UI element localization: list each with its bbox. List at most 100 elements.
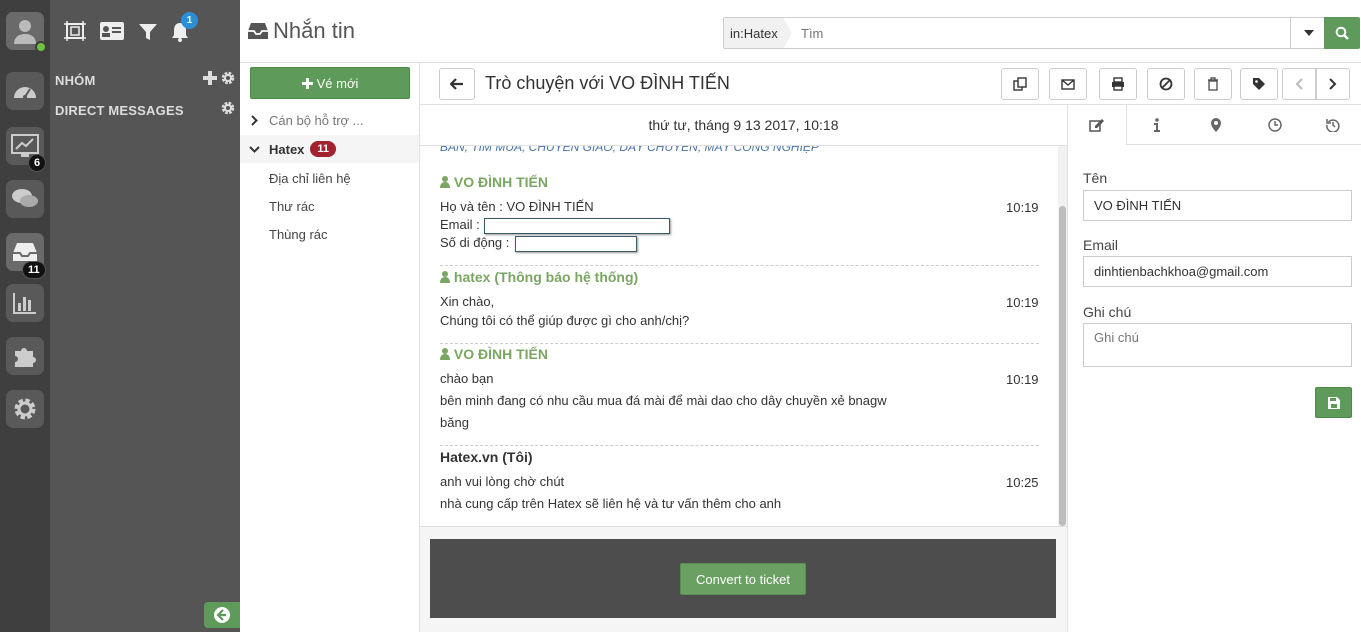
top-header: Nhắn tin in:Hatex bbox=[240, 0, 1361, 63]
tag-icon bbox=[1253, 78, 1265, 90]
plugins-button[interactable] bbox=[6, 337, 44, 375]
activity-button[interactable]: 6 bbox=[6, 127, 47, 172]
search-scope-tag[interactable]: in:Hatex bbox=[724, 18, 792, 48]
delete-button[interactable] bbox=[1194, 68, 1232, 100]
folder-hatex[interactable]: Hatex 11 bbox=[240, 135, 419, 163]
search-button[interactable] bbox=[1324, 17, 1360, 49]
contact-card-button[interactable] bbox=[99, 21, 125, 41]
search-input[interactable] bbox=[796, 18, 1286, 48]
folder-label: Địa chỉ liên hệ bbox=[269, 170, 351, 186]
tab-edit[interactable] bbox=[1068, 105, 1127, 145]
email-button[interactable] bbox=[1049, 68, 1087, 100]
inbox-button[interactable]: 11 bbox=[6, 233, 46, 279]
next-button[interactable] bbox=[1316, 68, 1350, 100]
ban-icon bbox=[1159, 77, 1173, 91]
note-field[interactable] bbox=[1083, 323, 1352, 367]
message-line: Xin chào, bbox=[440, 294, 495, 309]
convert-to-ticket-button[interactable]: Convert to ticket bbox=[680, 563, 806, 595]
envelope-icon bbox=[1061, 78, 1075, 90]
folder-trash[interactable]: Thùng rác bbox=[240, 220, 419, 248]
settings-button[interactable] bbox=[6, 390, 44, 428]
inbox-badge: 11 bbox=[22, 261, 46, 279]
dashboard-icon bbox=[14, 87, 36, 99]
block-button[interactable] bbox=[1147, 68, 1185, 100]
message-time: 10:25 bbox=[1006, 475, 1039, 490]
copy-button[interactable] bbox=[1001, 68, 1039, 100]
inbox-icon bbox=[13, 243, 37, 261]
message-scrollbar-thumb[interactable] bbox=[1059, 206, 1066, 526]
conversation-date: thứ tư, tháng 9 13 2017, 10:18 bbox=[420, 105, 1067, 146]
message-author-name: VO ĐÌNH TIẾN bbox=[453, 174, 549, 190]
history-icon bbox=[1326, 118, 1340, 132]
message-author-name: VO ĐÌNH TIẾN bbox=[453, 346, 549, 362]
layout-toggle-button[interactable] bbox=[63, 20, 87, 42]
tag-button[interactable] bbox=[1240, 68, 1278, 100]
user-icon bbox=[14, 20, 36, 44]
previous-button[interactable] bbox=[1282, 68, 1316, 100]
edit-icon bbox=[1089, 119, 1104, 132]
conversation-pane: Trò chuyện với VO ĐÌNH TIẾN thứ tư, thán… bbox=[420, 63, 1361, 632]
reports-button[interactable] bbox=[6, 284, 44, 322]
save-button[interactable] bbox=[1315, 387, 1352, 418]
tab-location[interactable] bbox=[1186, 105, 1245, 145]
new-ticket-button[interactable]: Vé mới bbox=[250, 67, 410, 99]
message-author: hatex (Thông báo hệ thống) bbox=[440, 269, 638, 285]
direct-messages-heading: DIRECT MESSAGES bbox=[55, 103, 184, 118]
trash-icon bbox=[1208, 77, 1218, 91]
dashboard-button[interactable] bbox=[6, 72, 44, 110]
print-button[interactable] bbox=[1099, 68, 1137, 100]
chevron-right-icon bbox=[251, 115, 258, 126]
notifications-button[interactable]: 1 bbox=[170, 12, 198, 43]
groups-settings-button[interactable] bbox=[221, 71, 235, 85]
message-line: chào bạn bbox=[440, 371, 494, 386]
chevron-right-icon bbox=[1329, 78, 1337, 90]
map-marker-icon bbox=[1210, 117, 1221, 132]
tab-time[interactable] bbox=[1245, 105, 1304, 145]
folder-label: Cán bộ hỗ trợ ... bbox=[269, 112, 364, 128]
search-options-dropdown[interactable] bbox=[1290, 18, 1326, 48]
tab-info[interactable] bbox=[1127, 105, 1186, 145]
email-redaction-box bbox=[484, 218, 670, 234]
message-scrollbar-track[interactable] bbox=[1058, 146, 1067, 526]
phone-redaction-box bbox=[515, 236, 637, 252]
new-ticket-label: Vé mới bbox=[316, 75, 359, 91]
contact-card-icon bbox=[100, 22, 124, 40]
info-icon bbox=[1153, 117, 1160, 132]
save-icon bbox=[1327, 396, 1340, 409]
message-list[interactable]: BÁN, TÌM MUA, CHUYỂN GIAO, DÂY CHUYỀN, M… bbox=[420, 146, 1067, 526]
user-icon bbox=[440, 348, 450, 360]
message-line: Email : bbox=[440, 217, 480, 232]
user-avatar[interactable] bbox=[6, 12, 47, 53]
name-label: Tên bbox=[1083, 170, 1108, 186]
folder-label: Hatex bbox=[269, 141, 305, 157]
bar-chart-icon bbox=[13, 293, 36, 314]
collapse-sidebar-button[interactable] bbox=[204, 602, 240, 628]
back-button[interactable] bbox=[439, 68, 475, 100]
folder-label: Thùng rác bbox=[269, 226, 328, 242]
plus-icon bbox=[301, 77, 313, 89]
add-group-button[interactable] bbox=[203, 71, 217, 85]
filter-button[interactable] bbox=[138, 23, 158, 41]
message-separator bbox=[440, 343, 1039, 344]
name-field[interactable]: VO ĐÌNH TIẾN bbox=[1083, 190, 1352, 221]
gear-icon bbox=[14, 398, 36, 420]
message-author-name: hatex (Thông báo hệ thống) bbox=[453, 269, 639, 285]
direct-messages-settings-button[interactable] bbox=[221, 101, 235, 115]
folder-label: Thư rác bbox=[269, 198, 315, 214]
message-time: 10:19 bbox=[1006, 372, 1039, 387]
folder-spam[interactable]: Thư rác bbox=[240, 192, 419, 220]
arrow-left-icon bbox=[450, 78, 463, 90]
frame-icon bbox=[64, 21, 86, 41]
activity-badge: 6 bbox=[28, 154, 47, 172]
message-time: 10:19 bbox=[1006, 200, 1039, 215]
message-author: VO ĐÌNH TIẾN bbox=[440, 346, 548, 362]
chat-button[interactable] bbox=[6, 180, 44, 218]
message-line: nhà cung cấp trên Hatex sẽ liên hệ và tư… bbox=[440, 496, 782, 511]
email-field[interactable]: dinhtienbachkhoa@gmail.com bbox=[1083, 256, 1352, 287]
message-author: VO ĐÌNH TIẾN bbox=[440, 174, 548, 190]
folder-contacts[interactable]: Địa chỉ liên hệ bbox=[240, 164, 419, 192]
arrow-circle-left-icon bbox=[214, 607, 230, 623]
online-status-dot bbox=[35, 41, 47, 53]
tab-history[interactable] bbox=[1304, 105, 1361, 145]
folder-support-staff[interactable]: Cán bộ hỗ trợ ... bbox=[240, 106, 419, 134]
